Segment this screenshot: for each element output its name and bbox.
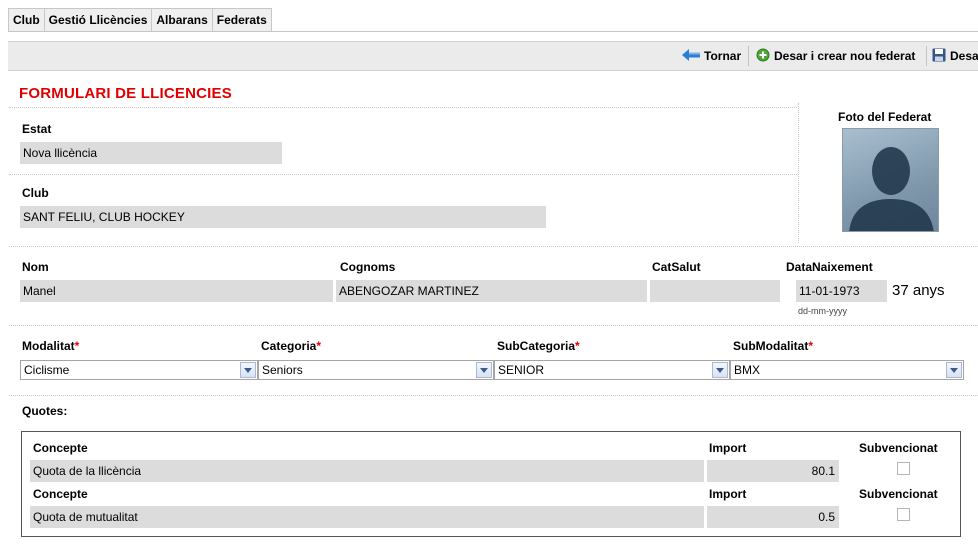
toolbar: Tornar Desar i crear nou federat Desa [8,41,978,71]
estat-value: Nova llicència [20,142,282,164]
concepte-value: Quota de la llicència [30,460,704,482]
age-value: 37 anys [892,282,945,299]
photo-label: Foto del Federat [838,110,932,124]
photo-divider [798,103,799,243]
toolbar-separator [926,46,927,66]
quotes-label: Quotes: [22,404,68,418]
club-value: SANT FELIU, CLUB HOCKEY [20,206,546,228]
toolbar-separator [748,46,749,66]
subcategoria-selected-value: SENIOR [498,363,545,377]
submodalitat-label: SubModalitat* [733,339,813,353]
chevron-down-icon [240,362,256,378]
categoria-label: Categoria* [261,339,322,353]
categoria-selected-value: Seniors [262,363,303,377]
subvencionat-header: Subvencionat [859,441,938,455]
nom-label: Nom [22,260,49,274]
subcategoria-label: SubCategoria* [497,339,580,353]
data-naixement-label: DataNaixement [786,260,873,274]
catsalut-input[interactable] [650,280,780,302]
main-menu: Club Gestió Llicències Albarans Federats [8,8,272,32]
concepte-value: Quota de mutualitat [30,506,704,528]
estat-label: Estat [22,122,52,136]
club-label: Club [22,186,49,200]
floppy-disk-icon [932,48,946,65]
arrow-left-icon [682,48,700,64]
import-header: Import [709,441,747,455]
person-silhouette-icon [849,147,934,231]
back-button-label: Tornar [704,49,742,63]
modalitat-label: Modalitat* [22,339,80,353]
import-value: 0.5 [707,506,839,528]
divider [9,395,978,396]
divider [9,107,797,108]
federat-photo[interactable] [842,128,939,232]
subvencionat-header: Subvencionat [859,487,938,501]
concepte-header: Concepte [33,487,88,501]
cognoms-label: Cognoms [340,260,396,274]
import-value: 80.1 [707,460,839,482]
save-label: Desa [950,49,978,63]
menu-item-albarans[interactable]: Albarans [152,9,213,31]
nom-input[interactable]: Manel [20,280,333,302]
data-naixement-input[interactable]: 11-01-1973 [796,280,887,302]
quotes-table: Concepte Import Subvencionat Quota de la… [21,431,961,537]
submodalitat-selected-value: BMX [734,363,761,377]
add-circle-icon [756,48,770,65]
catsalut-label: CatSalut [652,260,701,274]
top-menu-bar: Club Gestió Llicències Albarans Federats [0,0,978,33]
menu-item-federats[interactable]: Federats [213,9,271,31]
menu-divider [8,31,978,32]
form-title: FORMULARI DE LLICENCIES [19,85,232,102]
cognoms-input[interactable]: ABENGOZAR MARTINEZ [336,280,647,302]
import-header: Import [709,487,747,501]
menu-item-gestio-llicencies[interactable]: Gestió Llicències [45,9,153,31]
subvencionat-checkbox[interactable] [897,462,910,475]
divider [9,325,978,326]
chevron-down-icon [946,362,962,378]
categoria-select[interactable]: Seniors [258,360,494,380]
subcategoria-select[interactable]: SENIOR [494,360,730,380]
date-format-hint: dd-mm-yyyy [798,306,847,316]
divider [9,174,797,175]
modalitat-select[interactable]: Ciclisme [20,360,258,380]
save-button[interactable]: Desa [932,42,978,70]
save-and-new-button[interactable]: Desar i crear nou federat [756,42,915,70]
subvencionat-checkbox[interactable] [897,508,910,521]
chevron-down-icon [476,362,492,378]
divider [9,246,978,247]
submodalitat-select[interactable]: BMX [730,360,964,380]
chevron-down-icon [712,362,728,378]
menu-item-club[interactable]: Club [9,9,45,31]
save-and-new-label: Desar i crear nou federat [774,49,916,63]
back-button[interactable]: Tornar [682,42,741,70]
modalitat-selected-value: Ciclisme [24,363,70,377]
concepte-header: Concepte [33,441,88,455]
